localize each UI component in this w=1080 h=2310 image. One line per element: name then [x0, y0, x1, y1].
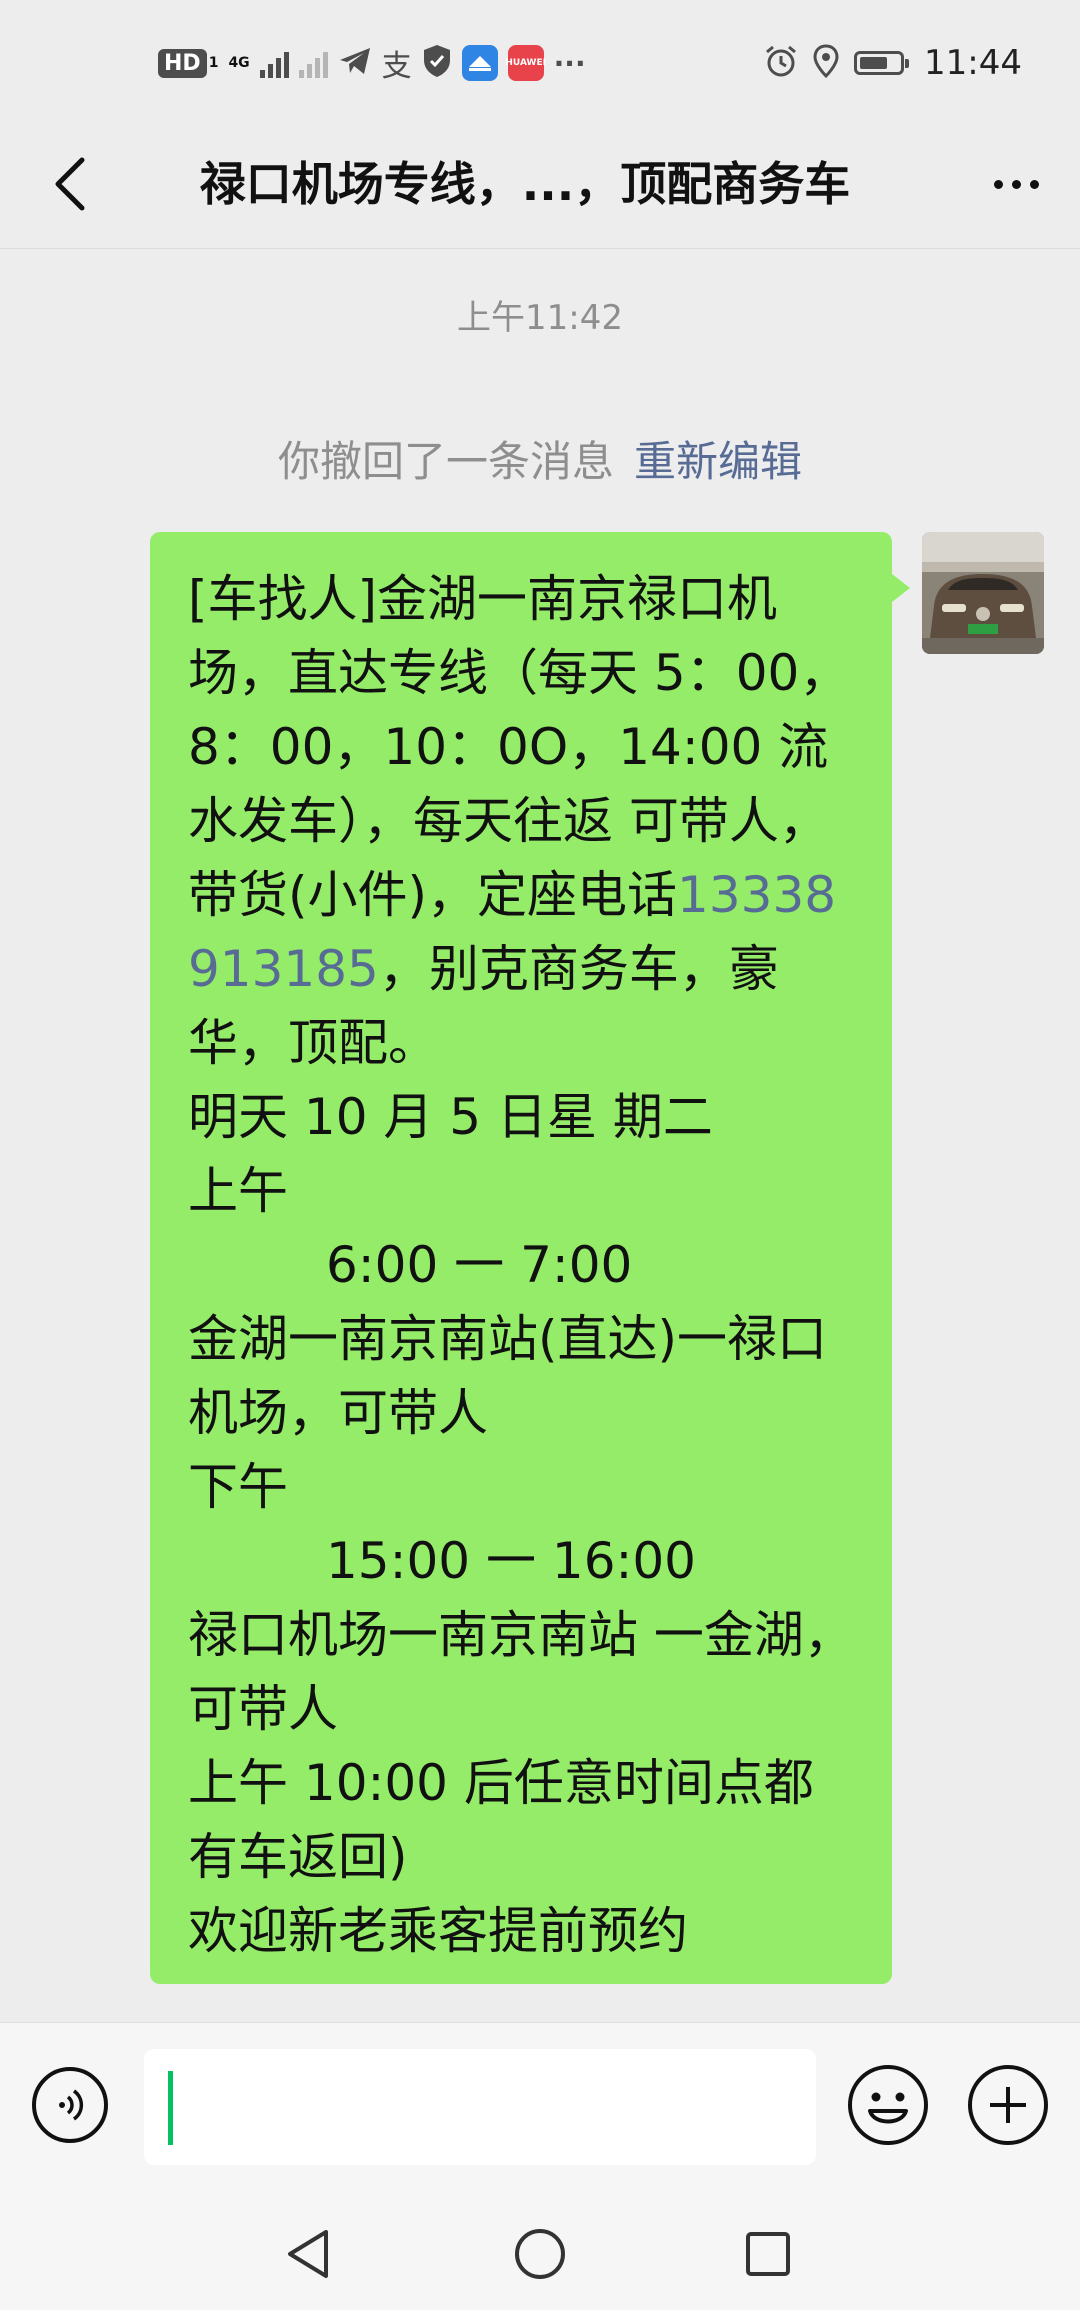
- message-bubble[interactable]: [车找人]金湖一南京禄口机场，直达专线（每天 5：00，8：00，10：0O，1…: [150, 532, 910, 1984]
- location-icon: [812, 44, 840, 82]
- emoji-icon: [848, 2065, 928, 2145]
- nav-back-icon: [288, 2230, 328, 2278]
- chat-title: 禄口机场专线，...，顶配商务车: [199, 157, 851, 211]
- avatar[interactable]: [922, 532, 1044, 654]
- signal-icon: [259, 48, 289, 78]
- telegram-icon: [338, 46, 372, 80]
- morning-time: 6:00 一 7:00: [326, 1236, 633, 1294]
- app-icon: [461, 45, 498, 81]
- recall-notice: 你撤回了一条消息 重新编辑: [0, 428, 1080, 489]
- status-bar: HD 1 4G 支 HUAWEI ··· 11:44: [0, 0, 1080, 120]
- status-time: 11:44: [924, 43, 1022, 83]
- emoji-button[interactable]: [846, 2063, 930, 2147]
- nav-recents-button[interactable]: [736, 2222, 800, 2286]
- afternoon-time: 15:00 一 16:00: [326, 1532, 696, 1590]
- message-input[interactable]: [144, 2049, 816, 2165]
- nav-recents-icon: [746, 2232, 790, 2276]
- voice-button[interactable]: [32, 2067, 108, 2143]
- back-arrow-icon: [55, 157, 85, 211]
- network-type: 4G: [228, 55, 250, 71]
- message-text: [车找人]金湖一南京禄口机场，直达专线（每天 5：00，8：00，10：0O，1…: [188, 562, 858, 1968]
- alarm-icon: [764, 44, 798, 82]
- message-part-4: 禄口机场一南京南站 一金湖，可带人 上午 10:00 后任意时间点都有车返回) …: [188, 1606, 854, 1960]
- message-part-3: 金湖一南京南站(直达)一禄口机场，可带人 下午: [188, 1310, 828, 1516]
- status-bar-left: HD 1 4G 支 HUAWEI ···: [158, 38, 586, 88]
- chat-header: 禄口机场专线，...，顶配商务车: [0, 120, 1080, 249]
- nav-back-button[interactable]: [276, 2222, 340, 2286]
- huawei-app-icon: HUAWEI: [505, 45, 546, 81]
- message-timestamp: 上午11:42: [457, 298, 623, 338]
- voice-icon: [59, 2089, 84, 2121]
- signal-no-service-icon: [298, 48, 328, 78]
- text-cursor: [168, 2071, 173, 2145]
- recall-text: 你撤回了一条消息: [277, 437, 614, 486]
- hd-icon: HD: [158, 48, 207, 78]
- vpn-shield-icon: [422, 44, 452, 82]
- alipay-icon: 支: [381, 49, 412, 84]
- nav-home-button[interactable]: [508, 2222, 572, 2286]
- plus-icon: [968, 2065, 1048, 2145]
- battery-level: [860, 57, 888, 69]
- input-bar: [0, 2022, 1080, 2201]
- sim-number: 1: [208, 55, 219, 71]
- reedit-link[interactable]: 重新编辑: [634, 437, 802, 486]
- more-button[interactable]: [980, 148, 1052, 220]
- status-bar-right: 11:44: [764, 38, 1022, 88]
- back-button[interactable]: [30, 144, 110, 224]
- nav-home-icon: [515, 2229, 565, 2279]
- more-notifications-icon: ···: [553, 46, 586, 80]
- system-nav-bar: [0, 2200, 1080, 2310]
- battery-icon: [854, 51, 910, 75]
- more-icon: [993, 179, 1003, 189]
- plus-button[interactable]: [966, 2063, 1050, 2147]
